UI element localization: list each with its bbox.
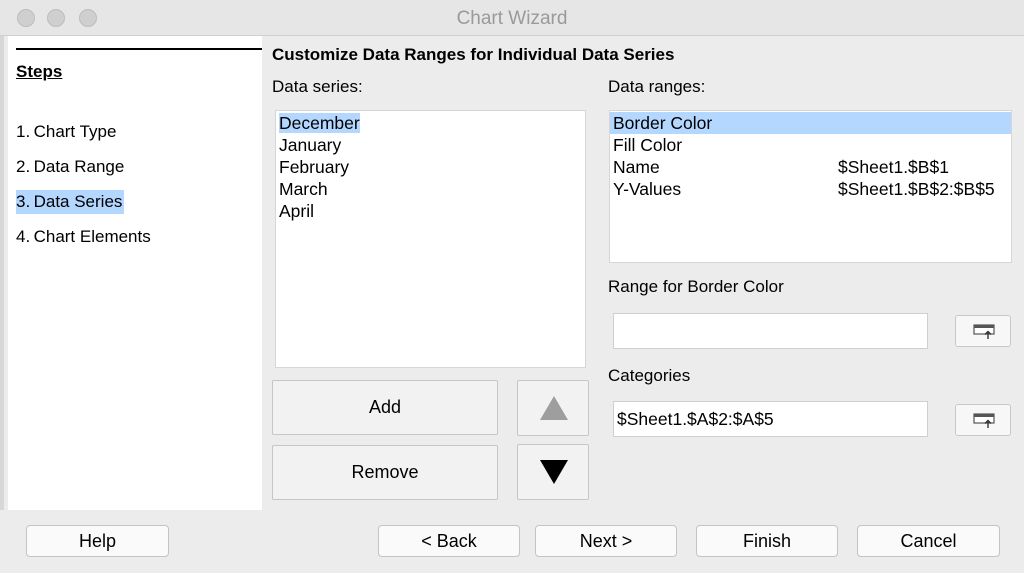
categories-select-button[interactable] [955,404,1011,436]
steps-title: Steps [16,62,63,81]
triangle-down-icon [540,460,568,484]
range-for-label: Range for Border Color [608,277,784,296]
steps-divider [16,48,262,50]
data-ranges-label: Data ranges: [608,77,706,96]
next-button[interactable]: Next > [535,525,677,557]
triangle-up-icon [540,396,568,420]
data-range-row[interactable]: Name $Sheet1.$B$1 [610,156,1011,178]
data-range-role: Fill Color [613,135,683,155]
data-range-value: $Sheet1.$B$1 [838,157,949,177]
remove-series-button[interactable]: Remove [272,445,498,500]
steps-panel: Steps 1. Chart Type 2. Data Range 3. Dat… [8,36,262,510]
data-series-item[interactable]: March [276,178,585,200]
data-series-item[interactable]: February [276,156,585,178]
data-range-role: Y-Values [613,179,682,199]
back-button[interactable]: < Back [378,525,520,557]
data-series-item[interactable]: December [276,112,585,134]
range-input[interactable] [613,313,928,349]
data-range-role: Border Color [613,113,713,133]
data-range-row[interactable]: Fill Color [610,134,1011,156]
finish-button[interactable]: Finish [696,525,838,557]
step-data-range[interactable]: 2. Data Range [16,155,126,179]
categories-input[interactable]: $Sheet1.$A$2:$A$5 [613,401,928,437]
data-ranges-list[interactable]: Border Color Fill Color Name $Sheet1.$B$… [609,110,1012,263]
step-data-series[interactable]: 3. Data Series [16,190,125,214]
window-title: Chart Wizard [456,8,568,29]
page-title: Customize Data Ranges for Individual Dat… [272,45,675,64]
title-bar: Chart Wizard [0,0,1024,36]
data-series-item[interactable]: January [276,134,585,156]
step-chart-type[interactable]: 1. Chart Type [16,120,118,144]
data-range-role: Name [613,157,660,177]
move-up-button[interactable] [517,380,589,436]
categories-label: Categories [608,366,691,385]
add-series-button[interactable]: Add [272,380,498,435]
cancel-button[interactable]: Cancel [857,525,1000,557]
data-series-item-label: December [279,113,360,133]
range-select-button[interactable] [955,315,1011,347]
data-series-label: Data series: [272,77,363,96]
data-range-row[interactable]: Y-Values $Sheet1.$B$2:$B$5 [610,178,1011,200]
shrink-dialog-icon [973,324,995,339]
step-chart-elements[interactable]: 4. Chart Elements [16,225,153,249]
window-edge [0,36,4,510]
data-series-item[interactable]: April [276,200,585,222]
help-button[interactable]: Help [26,525,169,557]
data-series-list[interactable]: December January February March April [275,110,586,368]
data-range-value: $Sheet1.$B$2:$B$5 [838,179,995,199]
move-down-button[interactable] [517,444,589,500]
shrink-dialog-icon [973,413,995,428]
data-range-row[interactable]: Border Color [610,112,1011,134]
